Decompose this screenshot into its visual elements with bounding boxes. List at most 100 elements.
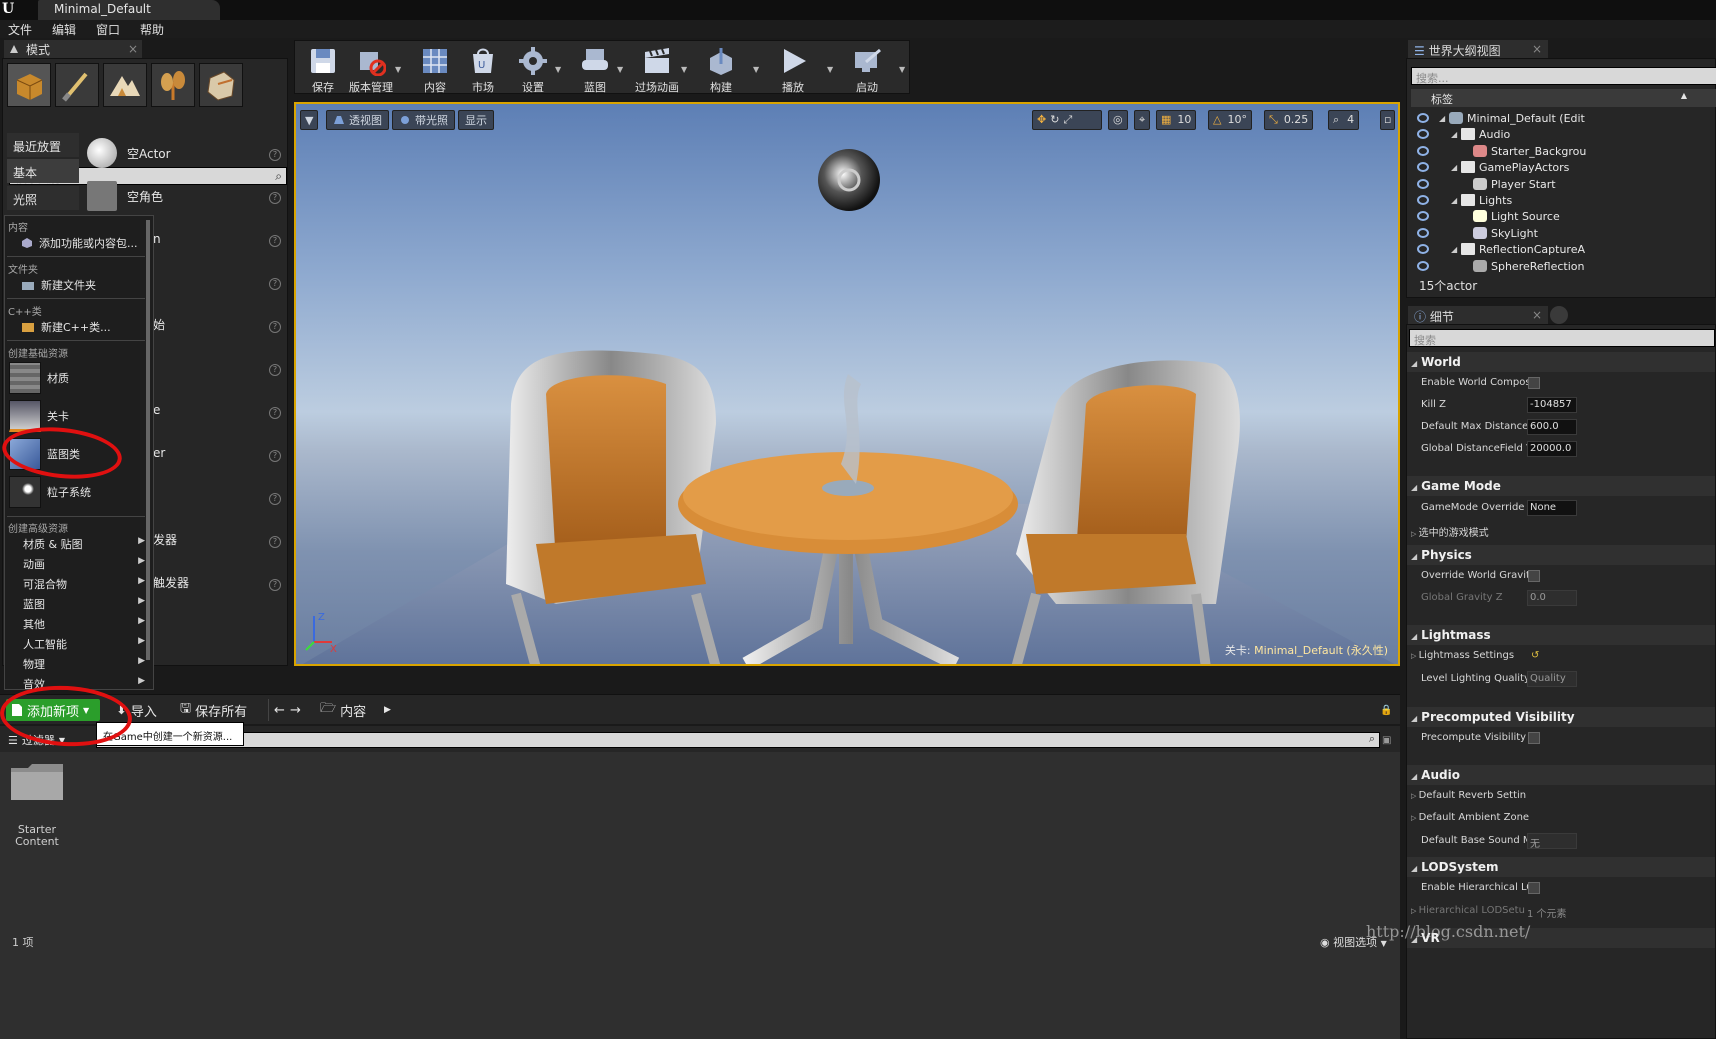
details-tab[interactable]: ⓘ 细节 × [1408, 306, 1548, 324]
place-item-empty-character[interactable]: 空角色 [87, 177, 287, 215]
modes-tab[interactable]: 模式 × [4, 40, 142, 58]
default-max-distance-field[interactable]: 600.0 [1527, 419, 1577, 435]
submenu-blueprints[interactable]: 蓝图 ▶ [23, 596, 147, 612]
context-menu-scrollbar[interactable] [146, 220, 150, 660]
foliage-mode-button[interactable] [151, 63, 195, 107]
show-flags-button[interactable]: 显示 [458, 110, 494, 130]
section-world[interactable]: ◢ World [1407, 352, 1715, 372]
lit-mode-button[interactable]: 带光照 [392, 110, 455, 130]
place-item-empty-actor[interactable]: 空Actor [87, 134, 287, 172]
outliner-row[interactable]: Player Start [1411, 177, 1716, 193]
outliner-column-header[interactable]: 标签 ▲ [1411, 89, 1716, 107]
menu-help[interactable]: 帮助 [140, 21, 164, 38]
close-icon[interactable]: × [1532, 42, 1542, 56]
section-lightmass[interactable]: ◢ Lightmass [1407, 625, 1715, 645]
grid-snap-control[interactable]: ▦ 10 [1156, 110, 1197, 130]
marketplace-button[interactable]: U 市场 [455, 43, 511, 94]
starter-content-folder[interactable]: Starter Content [4, 756, 70, 852]
play-button[interactable]: 播放 [765, 43, 821, 94]
chevron-down-icon[interactable]: ▼ [395, 65, 401, 74]
outliner-row[interactable]: Starter_Backgrou [1411, 144, 1716, 160]
source-control-button[interactable]: 版本管理 [343, 43, 399, 94]
outliner-row[interactable]: ◢ Minimal_Default (Edit [1411, 111, 1716, 127]
expand-arrow-icon[interactable]: ◢ [1451, 130, 1457, 139]
visibility-eye-icon[interactable] [1417, 260, 1429, 271]
rotation-snap-control[interactable]: △ 10° [1208, 110, 1252, 130]
maximize-viewport-button[interactable]: ▫ [1380, 110, 1396, 130]
submenu-animation[interactable]: 动画 ▶ [23, 556, 147, 572]
paint-mode-button[interactable] [55, 63, 99, 107]
expand-arrow-icon[interactable]: ◢ [1451, 245, 1457, 254]
launch-button[interactable]: 启动 [839, 43, 895, 94]
precompute-visibility-checkbox[interactable] [1528, 732, 1540, 744]
submenu-miscellaneous[interactable]: 其他 ▶ [23, 616, 147, 632]
lightmass-settings-row[interactable]: Lightmass Settings [1411, 650, 1529, 661]
forward-button[interactable]: → [290, 700, 301, 720]
save-all-button[interactable]: 🖫 保存所有 [180, 700, 247, 720]
section-game-mode[interactable]: ◢ Game Mode [1407, 476, 1715, 496]
settings-button[interactable]: 设置 [505, 43, 561, 94]
enable-world-composition-checkbox[interactable] [1528, 377, 1540, 389]
visibility-eye-icon[interactable] [1417, 227, 1429, 238]
camera-speed-control[interactable]: ⌕ 4 [1328, 110, 1360, 130]
viewport-options-dropdown[interactable]: ▼ [300, 110, 319, 130]
level-viewport[interactable]: ▼ 透视图 带光照 显示 ✥ ↻ ⤢ ◎ ⌖ ▦ 10 △ 10° ⤡ 0.25… [294, 102, 1400, 666]
category-lights[interactable]: 光照 [7, 186, 79, 210]
expand-arrow-icon[interactable]: ◢ [1451, 163, 1457, 172]
close-icon[interactable]: × [128, 42, 138, 56]
gamemode-override-dropdown[interactable]: None [1527, 500, 1577, 516]
chevron-down-icon[interactable]: ▼ [555, 65, 561, 74]
visibility-eye-icon[interactable] [1417, 195, 1429, 205]
new-cpp-class-item[interactable]: 新建C++类... [21, 319, 111, 335]
outliner-row[interactable]: ◢ Audio [1411, 127, 1716, 143]
submenu-artificial-intelligence[interactable]: 人工智能 ▶ [23, 636, 147, 652]
help-icon[interactable]: ? [269, 321, 281, 333]
outliner-row[interactable]: ◢ Lights [1411, 193, 1716, 209]
outliner-row[interactable]: SphereReflection [1411, 259, 1716, 275]
section-audio[interactable]: ◢ Audio [1407, 765, 1715, 785]
outliner-row[interactable]: Light Source [1411, 209, 1716, 225]
rotation-snap-value[interactable]: 10° [1227, 113, 1247, 127]
help-icon[interactable]: ? [269, 235, 281, 247]
move-tool-icon[interactable]: ✥ [1037, 113, 1046, 127]
rotate-tool-icon[interactable]: ↻ [1050, 113, 1059, 127]
camera-speed-value[interactable]: 4 [1347, 113, 1354, 127]
chevron-down-icon[interactable]: ▼ [753, 65, 759, 74]
chevron-down-icon[interactable]: ▼ [899, 65, 905, 74]
details-search-input[interactable]: 搜索 [1409, 329, 1715, 347]
close-icon[interactable]: × [1532, 308, 1542, 322]
help-icon[interactable]: ? [269, 278, 281, 290]
content-search-input[interactable]: ⌕ [96, 732, 1380, 748]
chevron-down-icon[interactable]: ▼ [681, 65, 687, 74]
help-icon[interactable]: ? [269, 364, 281, 376]
category-basic[interactable]: 基本 [7, 159, 79, 183]
enable-hierarchical-lod-checkbox[interactable] [1528, 882, 1540, 894]
help-icon[interactable]: ? [269, 192, 281, 204]
lock-icon[interactable]: 🔒 [1380, 700, 1392, 720]
submenu-blendables[interactable]: 可混合物 ▶ [23, 576, 147, 592]
back-button[interactable]: ← [274, 700, 285, 720]
add-feature-pack-item[interactable]: 添加功能或内容包... [21, 235, 138, 251]
menu-edit[interactable]: 编辑 [52, 21, 76, 38]
kill-z-field[interactable]: -104857 [1527, 397, 1577, 413]
outliner-row[interactable]: ◢ ReflectionCaptureA [1411, 242, 1716, 258]
default-reverb-row[interactable]: Default Reverb Settin [1411, 790, 1529, 801]
cinematics-button[interactable]: 过场动画 [629, 43, 685, 94]
scale-snap-control[interactable]: ⤡ 0.25 [1264, 110, 1314, 130]
visibility-eye-icon[interactable] [1417, 211, 1429, 222]
outliner-row[interactable]: ◢ GamePlayActors [1411, 160, 1716, 176]
chevron-down-icon[interactable]: ▼ [617, 65, 623, 74]
help-icon[interactable]: ? [269, 579, 281, 591]
path-content-crumb[interactable]: 🗁 内容 [320, 700, 366, 720]
default-ambient-zone-row[interactable]: Default Ambient Zone [1411, 812, 1529, 823]
chevron-down-icon[interactable]: ▼ [827, 65, 833, 74]
create-particle-system-item[interactable]: 粒子系统 [9, 474, 91, 510]
section-precomputed-visibility[interactable]: ◢ Precomputed Visibility [1407, 707, 1715, 727]
help-icon[interactable]: ? [269, 149, 281, 161]
visibility-eye-icon[interactable] [1417, 113, 1429, 123]
visibility-eye-icon[interactable] [1417, 178, 1429, 189]
section-physics[interactable]: ◢ Physics [1407, 545, 1715, 565]
world-local-toggle[interactable]: ◎ [1108, 110, 1128, 130]
submenu-materials-textures[interactable]: 材质 & 贴图 ▶ [23, 536, 147, 552]
place-mode-button[interactable] [7, 63, 51, 107]
